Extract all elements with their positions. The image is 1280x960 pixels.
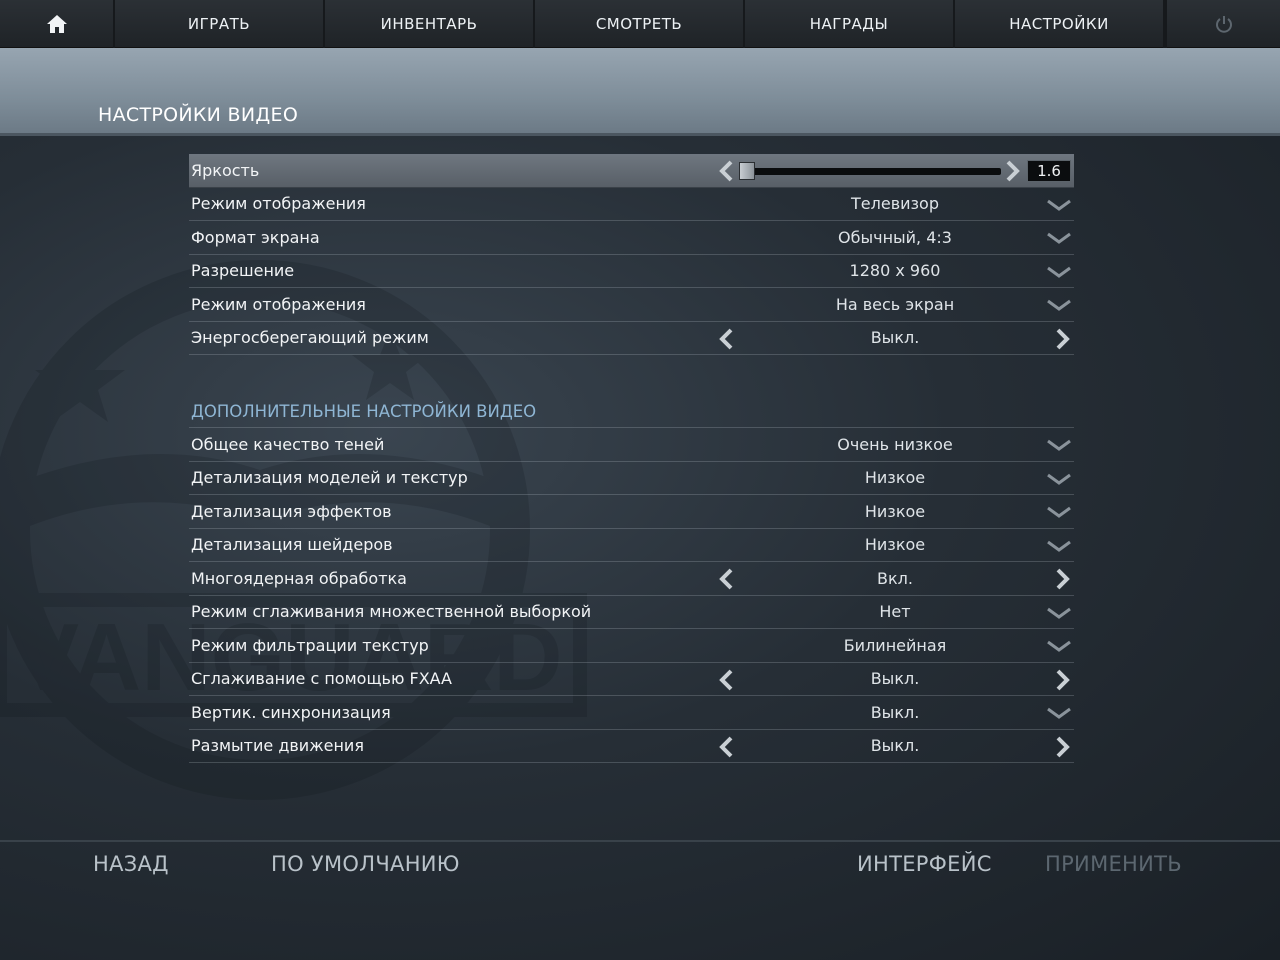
setting-value: Выкл. (870, 328, 920, 348)
chevron-down-icon[interactable] (1046, 297, 1072, 313)
chevron-down-icon[interactable] (1046, 197, 1072, 213)
chevron-down-icon[interactable] (1046, 230, 1072, 246)
setting-row[interactable]: Режим сглаживания множественной выборкой… (189, 596, 1074, 629)
arrow-right-icon[interactable] (1004, 160, 1022, 182)
setting-value: Низкое (864, 535, 926, 555)
setting-label: Режим фильтрации текстур (191, 635, 429, 655)
arrow-left-icon[interactable] (717, 568, 735, 590)
chevron-down-icon[interactable] (1046, 605, 1072, 621)
setting-value: Нет (879, 602, 911, 622)
chevron-down-icon[interactable] (1046, 705, 1072, 721)
setting-label: Разрешение (191, 261, 295, 281)
setting-row[interactable]: Режим отображения На весь экран (189, 288, 1074, 322)
setting-value: 1280 x 960 (849, 261, 941, 281)
setting-label: Детализация моделей и текстур (191, 468, 468, 488)
brightness-value: 1.6 (1027, 160, 1071, 182)
interface-button[interactable]: ИНТЕРФЕЙС (857, 852, 992, 876)
defaults-button[interactable]: ПО УМОЛЧАНИЮ (271, 852, 460, 876)
setting-value: На весь экран (835, 294, 955, 314)
top-navigation: ИГРАТЬ ИНВЕНТАРЬ СМОТРЕТЬ НАГРАДЫ НАСТРО… (0, 0, 1280, 48)
arrow-left-icon[interactable] (717, 328, 735, 350)
setting-row[interactable]: Детализация моделей и текстур Низкое (189, 462, 1074, 495)
nav-item-watch[interactable]: СМОТРЕТЬ (535, 0, 745, 48)
setting-label: Энергосберегающий режим (191, 328, 429, 348)
apply-button[interactable]: ПРИМЕНИТЬ (1045, 852, 1182, 876)
setting-label: Детализация эффектов (191, 501, 392, 521)
setting-label: Сглаживание с помощью FXAA (191, 669, 452, 689)
setting-value: Низкое (864, 501, 926, 521)
setting-row[interactable]: Режим отображения Телевизор (189, 188, 1074, 221)
header-band: НАСТРОЙКИ ВИДЕО (0, 48, 1280, 136)
setting-value: Вкл. (877, 568, 913, 588)
setting-label: Детализация шейдеров (191, 535, 393, 555)
setting-label: Режим отображения (191, 294, 366, 314)
setting-row[interactable]: Детализация шейдеров Низкое (189, 529, 1074, 562)
setting-label: Вертик. синхронизация (191, 702, 391, 722)
chevron-down-icon[interactable] (1046, 638, 1072, 654)
setting-label: Общее качество теней (191, 434, 385, 454)
nav-power-button[interactable] (1165, 0, 1280, 48)
video-settings-list: Яркость 1.6 Режим отображения Телевизор Фо… (189, 154, 1074, 763)
setting-row[interactable]: Вертик. синхронизация Выкл. (189, 696, 1074, 730)
nav-home-button[interactable] (0, 0, 115, 48)
nav-item-inventory[interactable]: ИНВЕНТАРЬ (325, 0, 535, 48)
setting-value: Очень низкое (837, 434, 953, 454)
home-icon (46, 15, 67, 33)
setting-value: Низкое (864, 468, 926, 488)
setting-label: Формат экрана (191, 227, 320, 247)
arrow-right-icon[interactable] (1054, 328, 1072, 350)
nav-item-play[interactable]: ИГРАТЬ (115, 0, 325, 48)
setting-row[interactable]: Энергосберегающий режим Выкл. (189, 322, 1074, 355)
arrow-left-icon[interactable] (717, 669, 735, 691)
nav-item-settings[interactable]: НАСТРОЙКИ (955, 0, 1165, 48)
section-title-advanced: ДОПОЛНИТЕЛЬНЫЕ НАСТРОЙКИ ВИДЕО (189, 395, 1074, 428)
back-button[interactable]: НАЗАД (93, 852, 169, 876)
setting-value: Выкл. (870, 669, 920, 689)
setting-label: Яркость (191, 160, 260, 180)
setting-value: Выкл. (870, 736, 920, 756)
arrow-right-icon[interactable] (1054, 736, 1072, 758)
setting-row-brightness[interactable]: Яркость 1.6 (189, 154, 1074, 188)
setting-value: Телевизор (851, 194, 939, 214)
chevron-down-icon[interactable] (1046, 437, 1072, 453)
chevron-down-icon[interactable] (1046, 264, 1072, 280)
arrow-left-icon[interactable] (717, 736, 735, 758)
setting-value: Выкл. (870, 702, 920, 722)
setting-label: Режим сглаживания множественной выборкой (191, 602, 592, 622)
setting-row[interactable]: Многоядерная обработка Вкл. (189, 562, 1074, 596)
page-title: НАСТРОЙКИ ВИДЕО (98, 104, 299, 126)
chevron-down-icon[interactable] (1046, 538, 1072, 554)
setting-label: Многоядерная обработка (191, 568, 407, 588)
chevron-down-icon[interactable] (1046, 471, 1072, 487)
arrow-right-icon[interactable] (1054, 568, 1072, 590)
arrow-right-icon[interactable] (1054, 669, 1072, 691)
nav-item-awards[interactable]: НАГРАДЫ (745, 0, 955, 48)
brightness-slider-thumb[interactable] (739, 162, 755, 180)
setting-label: Режим отображения (191, 194, 366, 214)
setting-row[interactable]: Формат экрана Обычный, 4:3 (189, 221, 1074, 255)
setting-row[interactable]: Детализация эффектов Низкое (189, 495, 1074, 529)
setting-label: Размытие движения (191, 736, 364, 756)
arrow-left-icon[interactable] (717, 160, 735, 182)
footer-divider (0, 840, 1280, 842)
setting-value: Обычный, 4:3 (838, 227, 952, 247)
setting-row[interactable]: Размытие движения Выкл. (189, 730, 1074, 763)
setting-row[interactable]: Общее качество теней Очень низкое (189, 428, 1074, 462)
setting-row[interactable]: Режим фильтрации текстур Билинейная (189, 629, 1074, 663)
power-icon (1215, 16, 1232, 33)
setting-row[interactable]: Сглаживание с помощью FXAA Выкл. (189, 663, 1074, 696)
setting-value: Билинейная (843, 635, 947, 655)
brightness-slider-track[interactable] (741, 168, 1001, 175)
setting-row[interactable]: Разрешение 1280 x 960 (189, 255, 1074, 288)
chevron-down-icon[interactable] (1046, 504, 1072, 520)
